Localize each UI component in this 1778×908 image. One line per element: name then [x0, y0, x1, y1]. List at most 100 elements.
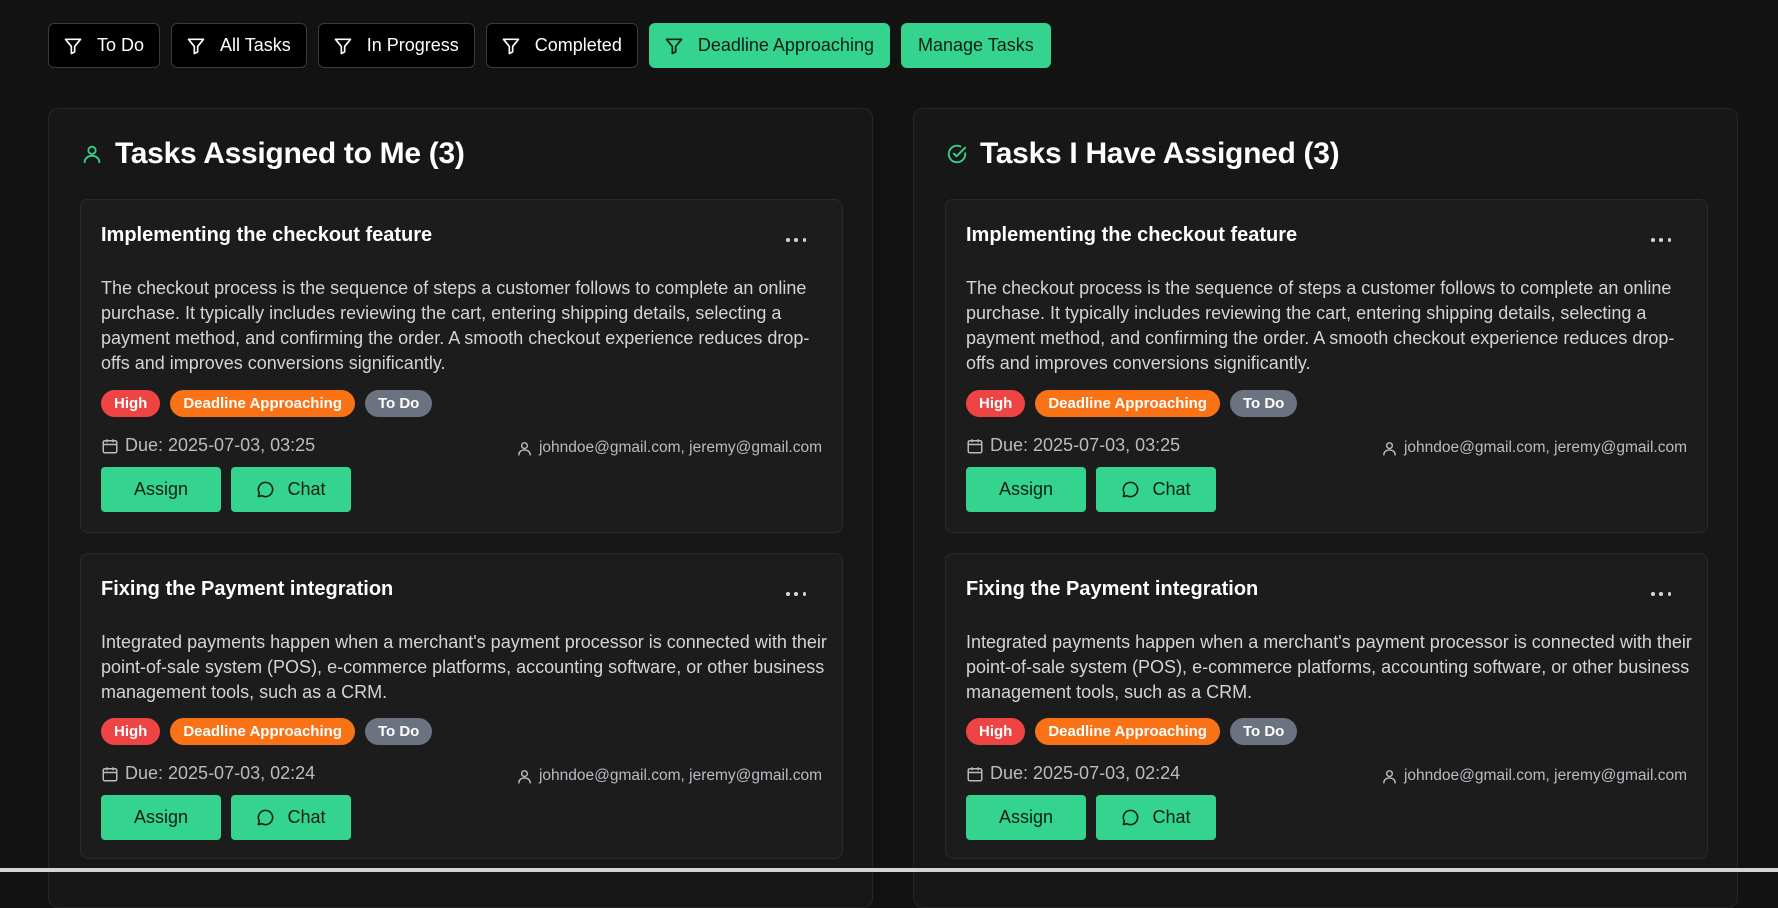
filter-label: In Progress	[366, 35, 459, 55]
chat-label: Chat	[1152, 479, 1191, 499]
priority-badge: High	[966, 718, 1026, 745]
task-title: Implementing the checkout feature	[101, 224, 433, 246]
status-badge: To Do	[1229, 718, 1298, 745]
manage-tasks-button[interactable]: Manage Tasks	[900, 23, 1051, 68]
filter-in-progress-button[interactable]: In Progress	[317, 23, 475, 68]
assignees: johndoe@gmail.com, jeremy@gmail.com	[1381, 767, 1687, 785]
chat-icon	[258, 481, 274, 498]
status-badge: To Do	[364, 718, 433, 745]
chat-button[interactable]: Chat	[1096, 467, 1216, 512]
panel-header: Tasks Assigned to Me (3)	[81, 137, 465, 171]
assign-label: Assign	[133, 479, 189, 499]
deadline-badge: Deadline Approaching	[1035, 718, 1220, 745]
task-card: Implementing the checkout feature The ch…	[80, 199, 843, 533]
task-badges: High Deadline Approaching To Do	[101, 718, 433, 745]
status-badge: To Do	[364, 390, 433, 417]
panel-title: Tasks I Have Assigned (3)	[980, 137, 1340, 170]
filter-bar: To Do All Tasks In Progress Completed De…	[48, 23, 1051, 68]
task-card: Fixing the Payment integration Integrate…	[80, 553, 843, 859]
filter-icon	[334, 38, 352, 54]
chat-icon	[258, 809, 274, 826]
task-title: Implementing the checkout feature	[966, 224, 1298, 246]
task-title: Fixing the Payment integration	[101, 578, 394, 600]
calendar-icon	[102, 438, 118, 453]
task-actions: Assign Chat	[101, 467, 351, 512]
filter-label: All Tasks	[220, 35, 291, 55]
task-badges: High Deadline Approaching To Do	[966, 390, 1298, 417]
chat-label: Chat	[1152, 807, 1191, 827]
calendar-icon	[967, 766, 983, 781]
deadline-badge: Deadline Approaching	[1035, 390, 1220, 417]
filter-todo-button[interactable]: To Do	[48, 23, 161, 68]
due-date-text: Due: 2025-07-03, 03:25	[125, 435, 316, 455]
filter-icon	[187, 38, 205, 54]
assignees: johndoe@gmail.com, jeremy@gmail.com	[516, 767, 822, 785]
chat-label: Chat	[287, 479, 326, 499]
chat-button[interactable]: Chat	[1096, 795, 1216, 840]
due-date-text: Due: 2025-07-03, 03:25	[990, 435, 1181, 455]
tasks-assigned-to-me-panel: Tasks Assigned to Me (3) Implementing th…	[48, 108, 873, 908]
more-options-icon[interactable]	[786, 588, 806, 600]
task-description: Integrated payments happen when a mercha…	[101, 632, 827, 702]
filter-label: Deadline Approaching	[697, 35, 874, 55]
chat-icon	[1123, 809, 1139, 826]
task-card: Implementing the checkout feature The ch…	[945, 199, 1708, 533]
deadline-badge: Deadline Approaching	[170, 390, 355, 417]
task-description: The checkout process is the sequence of …	[101, 278, 810, 373]
due-date: Due: 2025-07-03, 02:24	[966, 763, 1180, 784]
task-actions: Assign Chat	[966, 795, 1216, 840]
panel-header: Tasks I Have Assigned (3)	[946, 137, 1340, 171]
task-actions: Assign Chat	[966, 467, 1216, 512]
priority-badge: High	[101, 390, 161, 417]
assignees: johndoe@gmail.com, jeremy@gmail.com	[1381, 439, 1687, 457]
filter-label: Completed	[534, 35, 622, 55]
due-date: Due: 2025-07-03, 03:25	[101, 435, 315, 456]
user-icon	[1383, 441, 1396, 456]
filter-icon	[665, 38, 683, 54]
due-date-text: Due: 2025-07-03, 02:24	[990, 763, 1181, 783]
window-bottom-edge	[0, 868, 1778, 872]
assignees: johndoe@gmail.com, jeremy@gmail.com	[516, 439, 822, 457]
filter-all-tasks-button[interactable]: All Tasks	[171, 23, 307, 68]
chat-label: Chat	[287, 807, 326, 827]
user-icon	[518, 441, 531, 456]
filter-icon	[502, 38, 520, 54]
assign-button[interactable]: Assign	[966, 467, 1086, 512]
due-date-text: Due: 2025-07-03, 02:24	[125, 763, 316, 783]
assign-label: Assign	[998, 807, 1054, 827]
assign-button[interactable]: Assign	[101, 467, 221, 512]
tasks-i-have-assigned-panel: Tasks I Have Assigned (3) Implementing t…	[913, 108, 1738, 908]
task-actions: Assign Chat	[101, 795, 351, 840]
manage-tasks-label: Manage Tasks	[917, 35, 1034, 55]
assign-label: Assign	[998, 479, 1054, 499]
more-options-icon[interactable]	[786, 234, 806, 246]
chat-button[interactable]: Chat	[231, 467, 351, 512]
filter-completed-button[interactable]: Completed	[485, 23, 638, 68]
user-icon	[518, 769, 531, 784]
calendar-icon	[102, 766, 118, 781]
assignees-text: johndoe@gmail.com, jeremy@gmail.com	[538, 767, 822, 784]
chat-icon	[1123, 481, 1139, 498]
more-options-icon[interactable]	[1651, 234, 1671, 246]
task-card: Fixing the Payment integration Integrate…	[945, 553, 1708, 859]
due-date: Due: 2025-07-03, 03:25	[966, 435, 1180, 456]
assign-label: Assign	[133, 807, 189, 827]
user-icon	[1383, 769, 1396, 784]
task-description: Integrated payments happen when a mercha…	[966, 632, 1692, 702]
task-title: Fixing the Payment integration	[966, 578, 1259, 600]
due-date: Due: 2025-07-03, 02:24	[101, 763, 315, 784]
priority-badge: High	[101, 718, 161, 745]
assignees-text: johndoe@gmail.com, jeremy@gmail.com	[538, 439, 822, 456]
calendar-icon	[967, 438, 983, 453]
assignees-text: johndoe@gmail.com, jeremy@gmail.com	[1403, 439, 1687, 456]
more-options-icon[interactable]	[1651, 588, 1671, 600]
filter-icon	[64, 38, 82, 54]
filter-deadline-approaching-button[interactable]: Deadline Approaching	[648, 23, 890, 68]
check-circle-icon	[947, 144, 967, 164]
assign-button[interactable]: Assign	[101, 795, 221, 840]
assign-button[interactable]: Assign	[966, 795, 1086, 840]
task-description: The checkout process is the sequence of …	[966, 278, 1675, 373]
chat-button[interactable]: Chat	[231, 795, 351, 840]
assignees-text: johndoe@gmail.com, jeremy@gmail.com	[1403, 767, 1687, 784]
deadline-badge: Deadline Approaching	[170, 718, 355, 745]
